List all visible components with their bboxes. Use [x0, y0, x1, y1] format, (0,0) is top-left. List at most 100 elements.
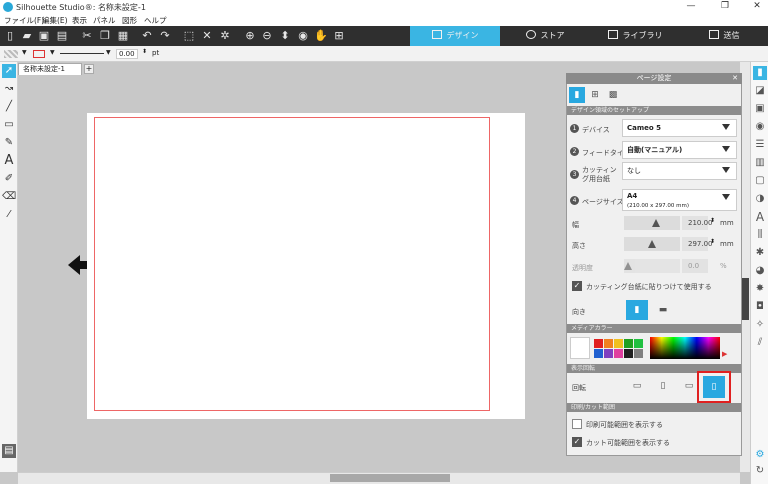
add-tab-button[interactable]: +: [84, 64, 94, 74]
attach-mat-checkbox[interactable]: ✓: [572, 281, 582, 291]
trace-icon[interactable]: ◘: [753, 300, 767, 314]
show-print-checkbox[interactable]: [572, 419, 582, 429]
eyedropper-icon[interactable]: ▶: [722, 350, 727, 358]
color-swatch[interactable]: [604, 349, 613, 358]
color-swatch[interactable]: [614, 349, 623, 358]
transparency-value[interactable]: 0.0: [682, 259, 708, 273]
stroke-width-input[interactable]: 0.00: [116, 49, 138, 59]
pan-hand-icon[interactable]: ✋: [314, 29, 328, 43]
tab-send[interactable]: 送信: [680, 26, 768, 46]
undo-icon[interactable]: ↶: [140, 29, 154, 43]
open-folder-icon[interactable]: ▰: [20, 29, 34, 43]
fill-dropdown-icon[interactable]: ▼: [22, 49, 27, 56]
select-tool-icon[interactable]: ➚: [2, 64, 16, 78]
offset-icon[interactable]: ✸: [753, 282, 767, 296]
tab-document[interactable]: 名称未設定-1: [18, 63, 82, 75]
menu-file[interactable]: ファイル(F): [4, 15, 44, 26]
print-icon[interactable]: ▤: [55, 29, 69, 43]
draw-tool-icon[interactable]: ✐: [2, 172, 16, 186]
eraser-tool-icon[interactable]: ⌫: [2, 190, 16, 204]
copy-icon[interactable]: ❐: [98, 29, 112, 43]
tab-store[interactable]: ストア: [500, 26, 590, 46]
menu-help[interactable]: ヘルプ: [144, 15, 167, 26]
line-style-icon[interactable]: ☰: [753, 138, 767, 152]
zoom-out-icon[interactable]: ⊖: [260, 29, 274, 43]
zoom-drag-icon[interactable]: ⬍: [278, 29, 292, 43]
maximize-button[interactable]: ❐: [718, 1, 732, 13]
feed-select[interactable]: 自動(マニュアル): [622, 141, 737, 159]
pagesize-select[interactable]: A4 (210.00 x 297.00 mm): [622, 189, 737, 211]
height-slider[interactable]: [624, 237, 680, 251]
zoom-in-icon[interactable]: ⊕: [243, 29, 257, 43]
menu-panel[interactable]: パネル: [93, 15, 116, 26]
rotate-270-icon[interactable]: ▯: [703, 376, 725, 398]
color-swatch[interactable]: [624, 339, 633, 348]
text-tool-icon[interactable]: A: [2, 154, 16, 168]
mat-select[interactable]: なし: [622, 162, 737, 180]
line-color-dropdown-icon[interactable]: ▼: [50, 49, 55, 56]
device-select[interactable]: Cameo 5: [622, 119, 737, 137]
rotate-0-icon[interactable]: ▭: [628, 378, 646, 394]
fill-color-swatch[interactable]: [4, 50, 18, 58]
color-swatch[interactable]: [614, 339, 623, 348]
color-swatch[interactable]: [594, 349, 603, 358]
minimize-button[interactable]: —: [684, 1, 698, 13]
fill-color-icon[interactable]: ◉: [753, 120, 767, 134]
line-color-swatch[interactable]: [33, 50, 45, 58]
deselect-icon[interactable]: ✕: [200, 29, 214, 43]
select-cut-icon[interactable]: ✲: [218, 29, 232, 43]
line-color-icon[interactable]: ▥: [753, 156, 767, 170]
color-swatch[interactable]: [634, 349, 643, 358]
modify-icon[interactable]: ◕: [753, 264, 767, 278]
settings-gear-icon[interactable]: ⚙: [753, 448, 767, 462]
color-swatch[interactable]: [594, 339, 603, 348]
knife-tool-icon[interactable]: ⁄: [2, 208, 16, 222]
transparency-slider-knob[interactable]: [624, 262, 632, 270]
horizontal-scroll-thumb[interactable]: [330, 474, 450, 482]
fit-page-icon[interactable]: ⊞: [332, 29, 346, 43]
text-style-icon[interactable]: A: [753, 210, 767, 224]
redo-icon[interactable]: ↷: [158, 29, 172, 43]
save-icon[interactable]: ▣: [37, 29, 51, 43]
media-color-current[interactable]: [570, 337, 590, 359]
tab-design[interactable]: デザイン: [410, 26, 500, 46]
width-stepper-icon[interactable]: ⬍: [710, 217, 715, 224]
point-edit-icon[interactable]: ↝: [2, 82, 16, 96]
height-value[interactable]: 297.00: [682, 237, 713, 251]
cut-icon[interactable]: ✂: [80, 29, 94, 43]
pixscan-icon[interactable]: ▣: [753, 102, 767, 116]
menu-edit[interactable]: 編集(E): [42, 15, 68, 26]
grid-tab-icon[interactable]: ⊞: [587, 87, 603, 103]
height-slider-knob[interactable]: [648, 240, 656, 248]
color-swatch[interactable]: [634, 339, 643, 348]
refresh-icon[interactable]: ↻: [753, 464, 767, 478]
vertical-scroll-thumb[interactable]: [741, 278, 749, 320]
zoom-fit-icon[interactable]: ◉: [296, 29, 310, 43]
rectangle-tool-icon[interactable]: ▭: [2, 118, 16, 132]
line-style-preview[interactable]: [60, 53, 104, 54]
sketch-icon[interactable]: ✧: [753, 318, 767, 332]
rotate-90-icon[interactable]: ▯: [654, 378, 672, 394]
portrait-icon[interactable]: ▮: [626, 300, 648, 320]
width-value[interactable]: 210.00: [682, 216, 713, 230]
stroke-stepper-icon[interactable]: ⬍: [142, 48, 147, 55]
menu-shape[interactable]: 図形: [122, 15, 137, 26]
height-stepper-icon[interactable]: ⬍: [710, 238, 715, 245]
select-all-icon[interactable]: ⬚: [182, 29, 196, 43]
send-icon[interactable]: ◪: [753, 84, 767, 98]
panel-close-icon[interactable]: ✕: [732, 73, 738, 84]
color-spectrum[interactable]: [650, 337, 720, 359]
registration-tab-icon[interactable]: ▩: [605, 87, 621, 103]
close-button[interactable]: ✕: [750, 1, 764, 13]
landscape-icon[interactable]: ▬: [652, 300, 674, 320]
page-tab-icon[interactable]: ▮: [569, 87, 585, 103]
tab-library[interactable]: ライブラリ: [590, 26, 680, 46]
transparency-icon[interactable]: ◑: [753, 192, 767, 206]
library-folder-icon[interactable]: ▤: [2, 444, 16, 458]
transparency-slider[interactable]: [624, 259, 680, 273]
pen-tool-icon[interactable]: ✎: [2, 136, 16, 150]
new-file-icon[interactable]: ▯: [3, 29, 17, 43]
shadow-icon[interactable]: ▢: [753, 174, 767, 188]
width-slider[interactable]: [624, 216, 680, 230]
menu-view[interactable]: 表示: [72, 15, 87, 26]
